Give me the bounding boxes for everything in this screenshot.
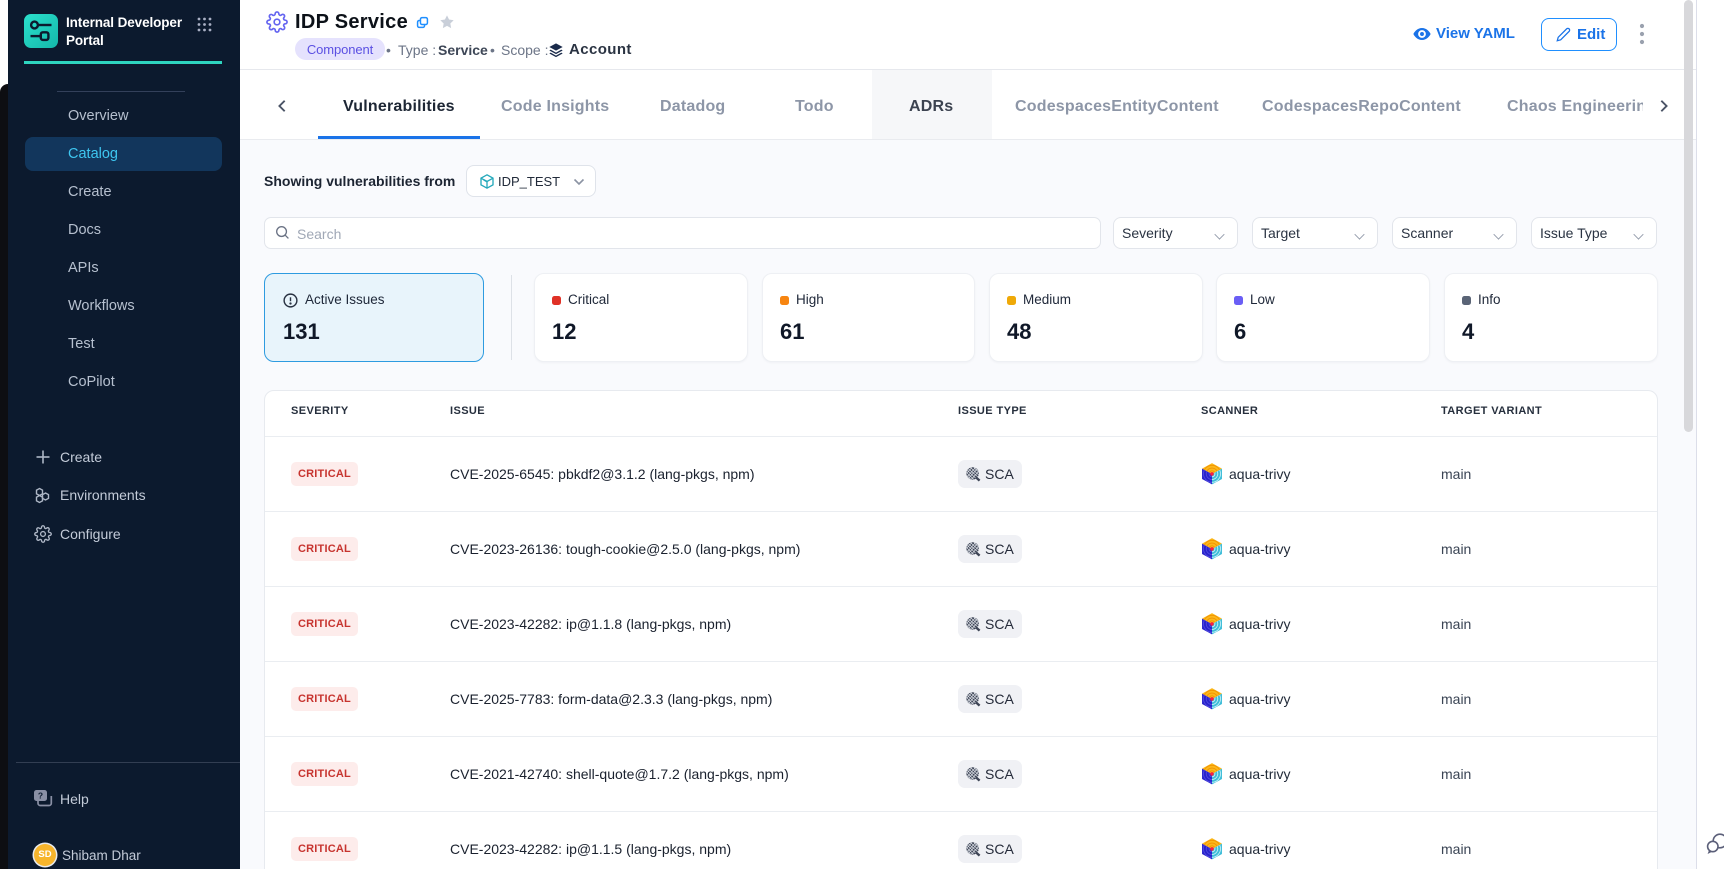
svg-text:?: ? bbox=[38, 791, 43, 801]
